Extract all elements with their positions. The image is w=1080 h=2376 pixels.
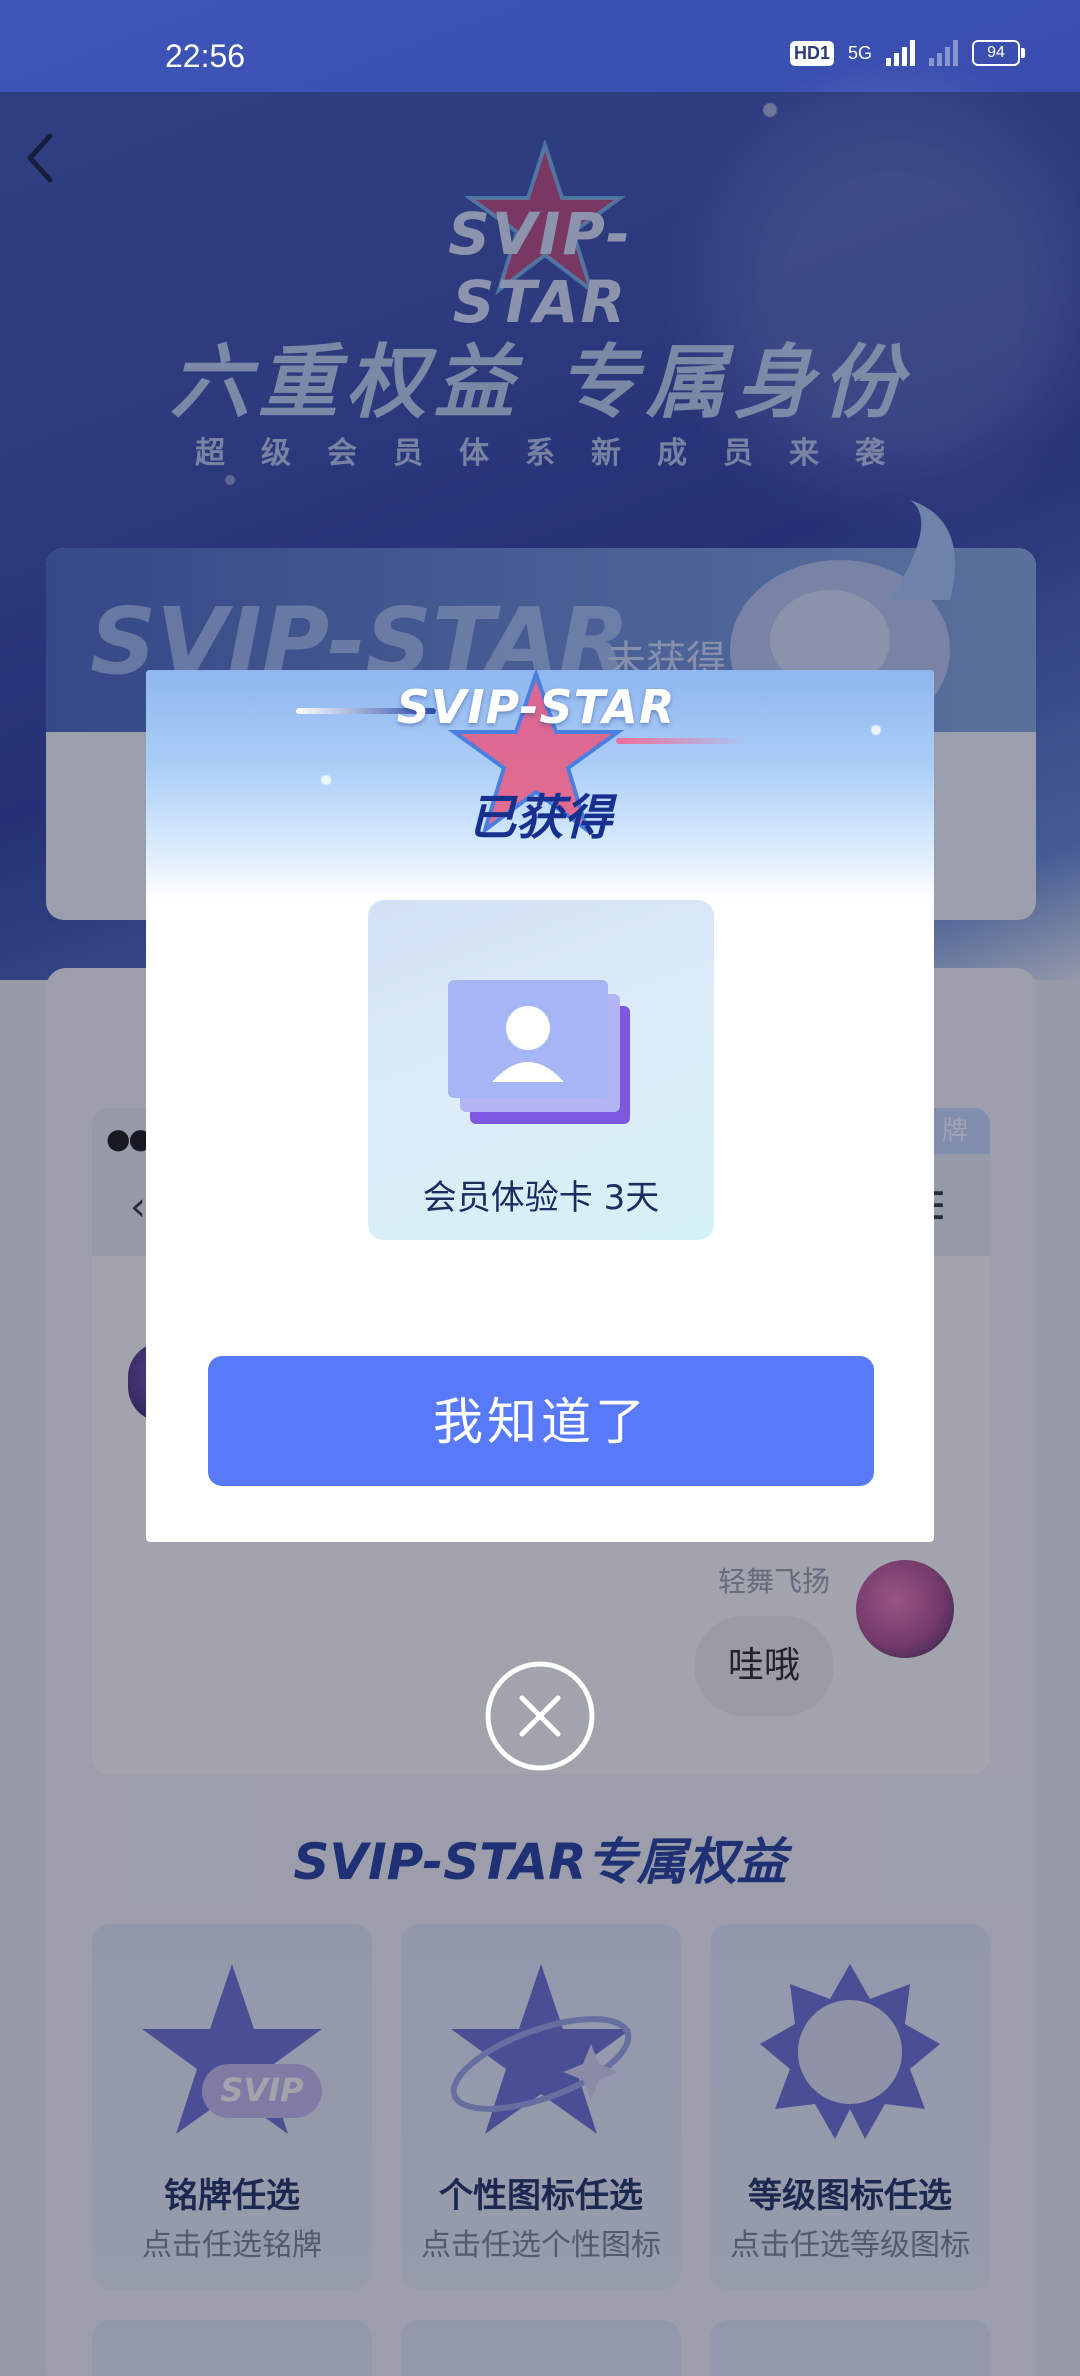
page: 22:56 HD1 5G 94 SVIP-STAR 六重权益 专属身份 超级会员… xyxy=(0,0,1080,2376)
close-icon[interactable] xyxy=(484,1660,596,1772)
modal-header: SVIP-STAR 已获得 xyxy=(146,670,934,900)
hd-badge: HD1 xyxy=(789,40,834,66)
member-card-icon xyxy=(448,980,630,1124)
reward-modal: SVIP-STAR 已获得 会员体验卡 3天 我知道了 xyxy=(146,670,934,1542)
modal-state: 已获得 xyxy=(467,790,612,846)
status-bar: 22:56 HD1 5G 94 xyxy=(0,0,1080,92)
network-type: 5G xyxy=(847,42,872,63)
status-indicators: HD1 5G 94 xyxy=(789,40,1025,66)
reward-card: 会员体验卡 3天 xyxy=(368,900,714,1240)
signal-secondary-icon xyxy=(929,40,958,66)
reward-label: 会员体验卡 3天 xyxy=(422,1178,660,1218)
modal-logo: SVIP-STAR xyxy=(396,680,676,734)
confirm-button[interactable]: 我知道了 xyxy=(208,1356,874,1486)
status-time: 22:56 xyxy=(165,38,246,74)
battery-icon: 94 xyxy=(972,40,1025,66)
streak-decoration xyxy=(616,738,746,744)
signal-icon xyxy=(886,40,915,66)
